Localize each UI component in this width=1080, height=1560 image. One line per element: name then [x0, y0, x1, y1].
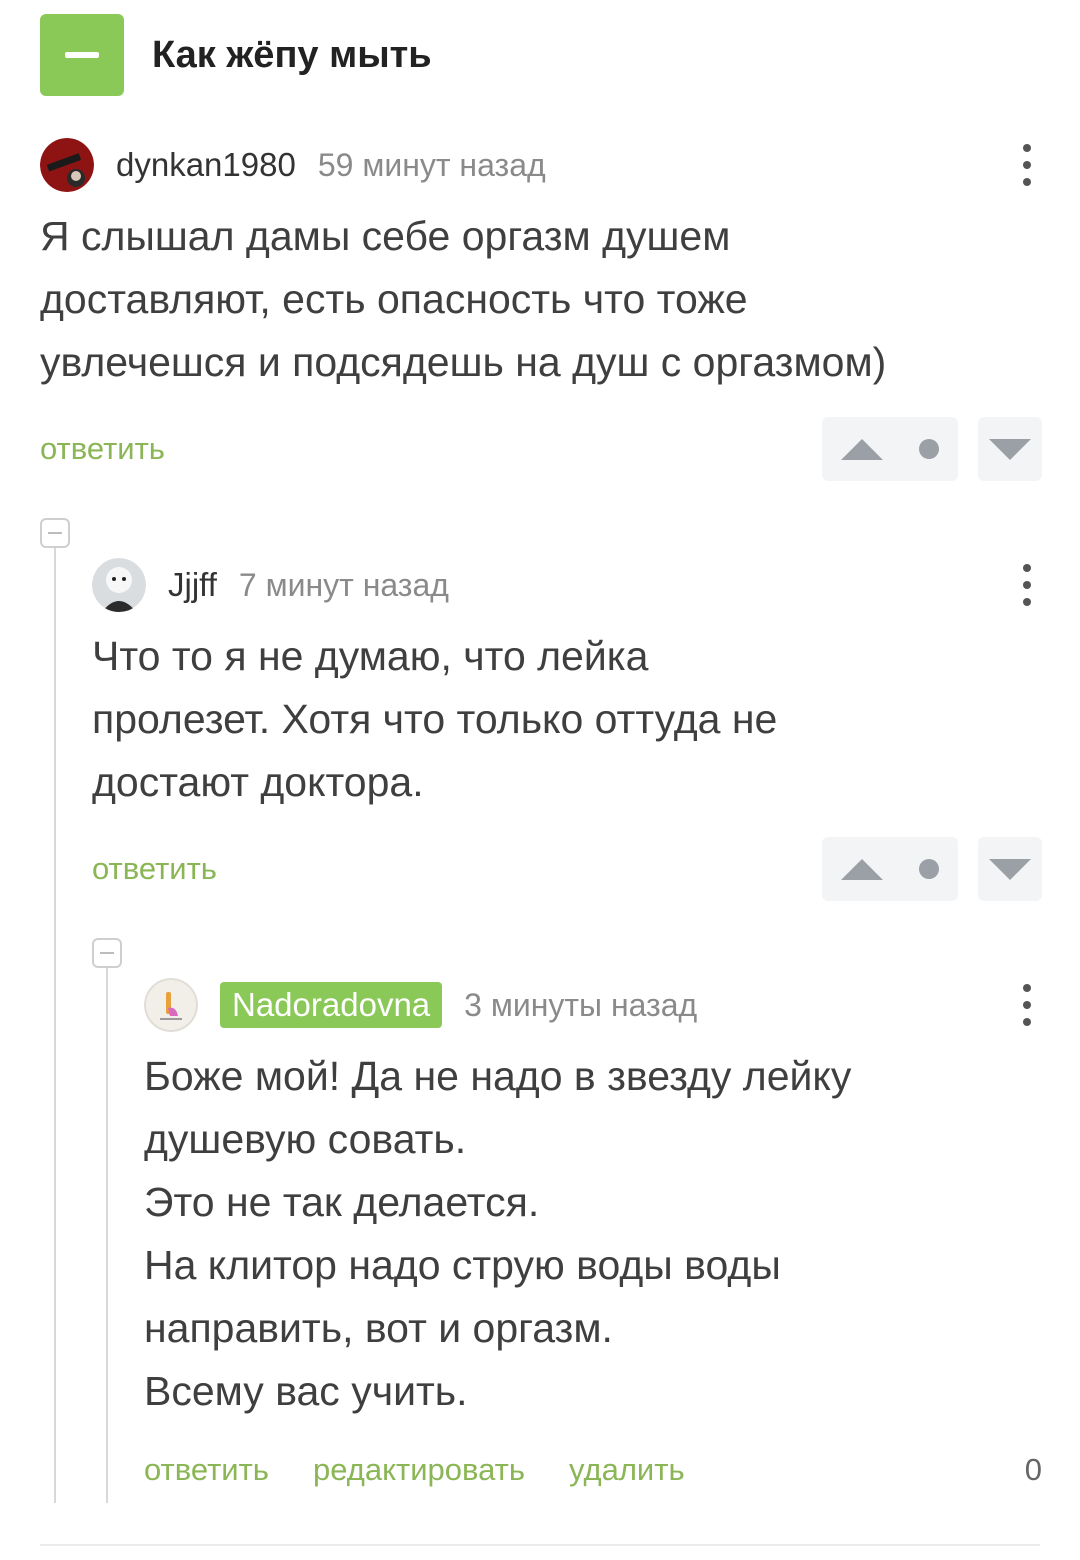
comment-header: Nadoradovna 3 минуты назад: [144, 977, 1042, 1033]
comment-author[interactable]: Nadoradovna: [220, 982, 443, 1028]
comment-text-line: На клитор надо струю воды воды: [144, 1242, 781, 1288]
arrow-up-icon: [841, 858, 883, 880]
avatar[interactable]: [40, 138, 94, 192]
minus-icon: [65, 52, 99, 58]
comment-text-line: Что то я не думаю, что лейка: [92, 633, 649, 679]
comment-author[interactable]: Jjjff: [168, 566, 217, 604]
downvote-button[interactable]: [978, 417, 1042, 481]
comment-actions: ответить редактировать удалить 0: [144, 1437, 1042, 1503]
comment-score: 0: [1024, 1452, 1042, 1487]
comment-actions: ответить: [92, 836, 1042, 902]
arrow-down-icon: [989, 858, 1031, 880]
more-options-icon[interactable]: [1012, 557, 1042, 613]
comment-text: Я слышал дамы себе оргазм душем доставля…: [40, 205, 1042, 394]
arrow-down-icon: [989, 438, 1031, 460]
thread-collapse-toggle[interactable]: [40, 518, 70, 548]
avatar[interactable]: [92, 558, 146, 612]
post-title: Как жёпу мыть: [152, 33, 432, 76]
avatar-image: [92, 558, 146, 612]
delete-link[interactable]: удалить: [569, 1452, 685, 1488]
edit-link[interactable]: редактировать: [313, 1452, 525, 1488]
comment-text-line: Я слышал дамы себе оргазм душем: [40, 213, 731, 259]
more-options-icon[interactable]: [1012, 137, 1042, 193]
downvote-button[interactable]: [978, 837, 1042, 901]
comment-text-line: пролезет. Хотя что только оттуда не: [92, 696, 778, 742]
comment-text-line: Всему вас учить.: [144, 1368, 468, 1414]
comments-page: Как жёпу мыть dynkan1980 59 минут назад …: [0, 0, 1080, 1560]
comment-text-line: достают доктора.: [92, 759, 424, 805]
rating-dot-icon: [919, 859, 939, 879]
comment-time[interactable]: 7 минут назад: [239, 567, 449, 604]
reply-link[interactable]: ответить: [40, 431, 165, 467]
post-header: Как жёпу мыть: [40, 14, 432, 96]
reply-link[interactable]: ответить: [92, 851, 217, 887]
divider: [40, 1544, 1040, 1546]
comment-text-line: направить, вот и оргазм.: [144, 1305, 613, 1351]
comment-text-line: доставляют, есть опасность что тоже: [40, 276, 748, 322]
avatar-image: [40, 138, 94, 192]
comment-text-line: Боже мой! Да не надо в звезду лейку: [144, 1053, 852, 1099]
avatar[interactable]: [144, 978, 198, 1032]
more-options-icon[interactable]: [1012, 977, 1042, 1033]
comment-3: Nadoradovna 3 минуты назад Боже мой! Да …: [144, 977, 1042, 1503]
thread-line[interactable]: [54, 548, 56, 1503]
rating-dot-icon: [919, 439, 939, 459]
arrow-up-icon: [841, 438, 883, 460]
comment-1: dynkan1980 59 минут назад Я слышал дамы …: [40, 137, 1042, 482]
avatar-image: [144, 978, 198, 1032]
thread-line[interactable]: [106, 968, 108, 1503]
collapse-post-button[interactable]: [40, 14, 124, 96]
comment-actions: ответить: [40, 416, 1042, 482]
comment-text-line: Это не так делается.: [144, 1179, 540, 1225]
comment-text: Боже мой! Да не надо в звезду лейку душе…: [144, 1045, 1042, 1423]
comment-author[interactable]: dynkan1980: [116, 146, 296, 184]
upvote-button[interactable]: [822, 837, 958, 901]
reply-link[interactable]: ответить: [144, 1452, 269, 1488]
comment-2: Jjjff 7 минут назад Что то я не думаю, ч…: [92, 557, 1042, 902]
comment-header: Jjjff 7 минут назад: [92, 557, 1042, 613]
comment-text-line: душевую совать.: [144, 1116, 467, 1162]
comment-text-line: увлечешся и подсядешь на душ с оргазмом): [40, 339, 887, 385]
comment-header: dynkan1980 59 минут назад: [40, 137, 1042, 193]
comment-time[interactable]: 59 минут назад: [318, 147, 546, 184]
upvote-button[interactable]: [822, 417, 958, 481]
thread-collapse-toggle[interactable]: [92, 938, 122, 968]
comment-time[interactable]: 3 минуты назад: [464, 987, 697, 1024]
comment-text: Что то я не думаю, что лейка пролезет. Х…: [92, 625, 1042, 814]
